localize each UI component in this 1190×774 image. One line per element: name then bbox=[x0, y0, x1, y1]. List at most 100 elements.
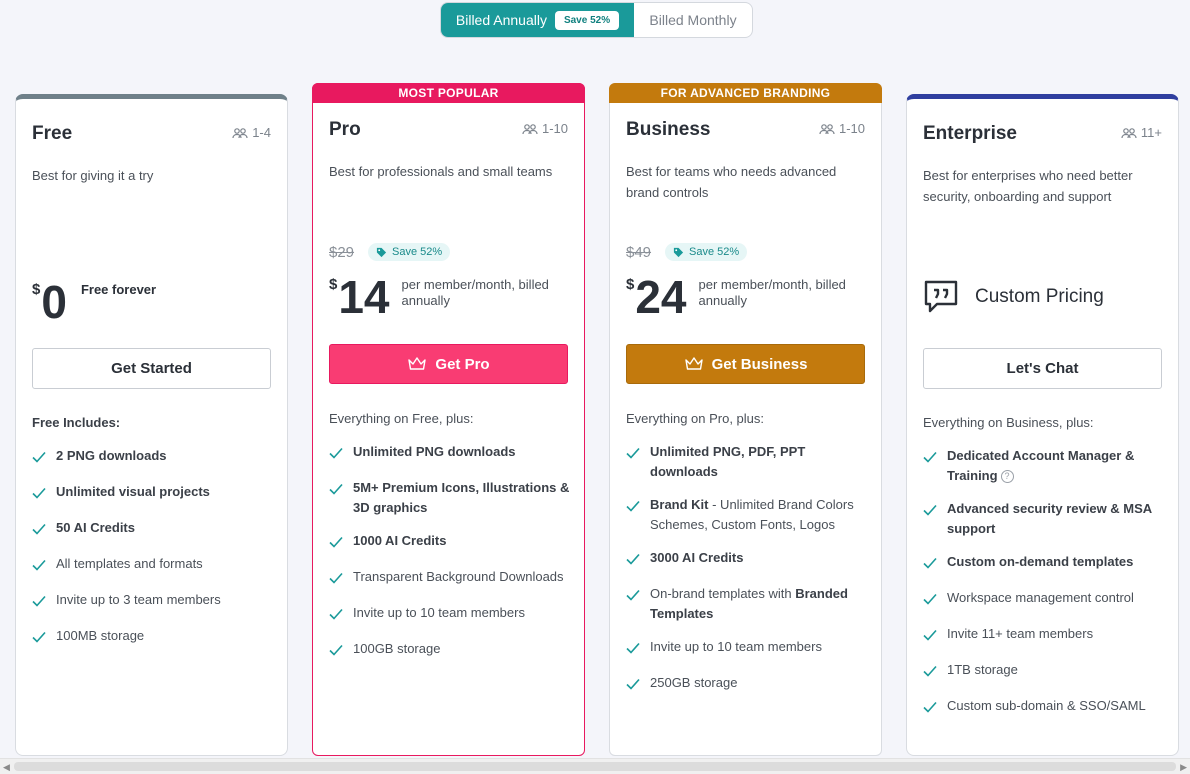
check-icon bbox=[329, 534, 343, 554]
check-icon bbox=[923, 663, 937, 683]
feature-item: Transparent Background Downloads bbox=[329, 567, 572, 590]
check-icon bbox=[329, 445, 343, 465]
horizontal-scrollbar[interactable]: ◀ ▶ bbox=[0, 758, 1190, 774]
feature-item: 2 PNG downloads bbox=[32, 446, 275, 469]
get-pro-button[interactable]: Get Pro bbox=[329, 344, 568, 384]
feature-item: Unlimited visual projects bbox=[32, 482, 275, 505]
feature-text: Unlimited visual projects bbox=[56, 484, 210, 499]
feature-item: Unlimited PNG downloads bbox=[329, 442, 572, 465]
feature-text: 50 AI Credits bbox=[56, 520, 135, 535]
crown-icon bbox=[408, 357, 427, 370]
check-icon bbox=[32, 629, 46, 649]
includes-heading: Everything on Free, plus: bbox=[329, 411, 474, 426]
team-size: 11+ bbox=[1121, 125, 1162, 140]
feature-text: Invite up to 10 team members bbox=[650, 639, 822, 654]
lets-chat-button[interactable]: Let's Chat bbox=[923, 348, 1162, 389]
currency-symbol: $ bbox=[329, 276, 338, 293]
price: $ 14 per member/month, billed annually bbox=[329, 274, 572, 320]
feature-text: Workspace management control bbox=[947, 590, 1134, 605]
get-started-button[interactable]: Get Started bbox=[32, 348, 271, 389]
team-icon bbox=[232, 127, 248, 138]
feature-text: 2 PNG downloads bbox=[56, 448, 167, 463]
check-icon bbox=[32, 557, 46, 577]
feature-text-main: Dedicated Account Manager & Training bbox=[947, 448, 1135, 483]
currency-symbol: $ bbox=[626, 276, 635, 293]
plan-card-enterprise: Enterprise 11+ Best for enterprises who … bbox=[906, 94, 1179, 756]
feature-item: 100MB storage bbox=[32, 626, 275, 649]
check-icon bbox=[32, 485, 46, 505]
feature-list: Unlimited PNG downloads 5M+ Premium Icon… bbox=[329, 442, 572, 675]
feature-text: All templates and formats bbox=[56, 556, 203, 571]
feature-text: On-brand templates with Branded Template… bbox=[650, 584, 869, 624]
check-icon bbox=[626, 640, 640, 660]
includes-heading: Free Includes: bbox=[32, 415, 121, 430]
help-icon[interactable]: ? bbox=[1000, 470, 1014, 484]
tag-icon bbox=[376, 247, 387, 257]
save-chip-label: Save 52% bbox=[689, 246, 740, 258]
feature-text: 250GB storage bbox=[650, 675, 738, 690]
plan-card-pro: MOST POPULAR Pro 1-10 Best for professio… bbox=[312, 83, 585, 756]
old-price: $29 bbox=[329, 243, 355, 261]
feature-item: Workspace management control bbox=[923, 588, 1166, 611]
custom-pricing: Custom Pricing bbox=[923, 279, 1104, 315]
feature-text: Custom sub-domain & SSO/SAML bbox=[947, 698, 1146, 713]
plan-description: Best for professionals and small teams bbox=[329, 164, 553, 179]
feature-text: Brand Kit - Unlimited Brand Colors Schem… bbox=[650, 495, 869, 535]
old-price: $49 bbox=[626, 243, 652, 261]
get-business-label: Get Business bbox=[711, 355, 808, 373]
billed-annually-option[interactable]: Billed Annually Save 52% bbox=[441, 3, 634, 37]
check-icon bbox=[923, 699, 937, 719]
feature-item: 1TB storage bbox=[923, 660, 1166, 683]
feature-item: Invite up to 10 team members bbox=[626, 637, 869, 660]
plan-title: Enterprise bbox=[923, 123, 1017, 144]
price-amount: 0 bbox=[41, 276, 67, 328]
feature-text: Invite up to 3 team members bbox=[56, 592, 221, 607]
discount-row: $49 Save 52% bbox=[626, 243, 748, 261]
check-icon bbox=[923, 627, 937, 647]
feature-item: 100GB storage bbox=[329, 639, 572, 662]
get-business-button[interactable]: Get Business bbox=[626, 344, 865, 384]
get-pro-label: Get Pro bbox=[435, 355, 490, 373]
check-icon bbox=[626, 551, 640, 571]
team-size-label: 1-4 bbox=[252, 125, 271, 140]
chat-quote-icon bbox=[924, 280, 958, 313]
feature-item: Invite up to 10 team members bbox=[329, 603, 572, 626]
check-icon bbox=[329, 642, 343, 662]
feature-item: Custom sub-domain & SSO/SAML bbox=[923, 696, 1166, 719]
scroll-right-arrow-icon[interactable]: ▶ bbox=[1180, 762, 1187, 773]
includes-heading: Everything on Business, plus: bbox=[923, 415, 1094, 430]
feature-list: 2 PNG downloads Unlimited visual project… bbox=[32, 446, 275, 662]
check-icon bbox=[329, 606, 343, 626]
feature-item: Invite up to 3 team members bbox=[32, 590, 275, 613]
price-period: per member/month, billed annually bbox=[401, 277, 549, 308]
plan-title: Pro bbox=[329, 119, 361, 140]
feature-text: 1000 AI Credits bbox=[353, 533, 447, 548]
billed-monthly-option[interactable]: Billed Monthly bbox=[634, 3, 752, 37]
feature-text: Invite 11+ team members bbox=[947, 626, 1094, 641]
team-icon bbox=[819, 123, 835, 134]
plan-title: Free bbox=[32, 123, 73, 144]
check-icon bbox=[329, 570, 343, 590]
plan-description: Best for giving it a try bbox=[32, 168, 154, 183]
feature-text: 3000 AI Credits bbox=[650, 550, 744, 565]
price-amount: 24 bbox=[635, 271, 687, 323]
feature-item: 3000 AI Credits bbox=[626, 548, 869, 571]
check-icon bbox=[626, 676, 640, 696]
feature-text-rest: On-brand templates with bbox=[650, 586, 796, 601]
most-popular-ribbon: MOST POPULAR bbox=[312, 83, 585, 103]
feature-text: 5M+ Premium Icons, Illustrations & 3D gr… bbox=[353, 480, 570, 515]
feature-text-bold: Brand Kit bbox=[650, 497, 709, 512]
check-icon bbox=[626, 498, 640, 535]
feature-text: Custom on-demand templates bbox=[947, 554, 1134, 569]
feature-text: Unlimited PNG, PDF, PPT downloads bbox=[650, 444, 806, 479]
team-icon bbox=[1121, 127, 1137, 138]
scrollbar-thumb[interactable] bbox=[14, 762, 1176, 771]
team-size-label: 11+ bbox=[1140, 125, 1162, 140]
team-size: 1-10 bbox=[522, 121, 568, 136]
check-icon bbox=[923, 449, 937, 486]
team-size: 1-4 bbox=[232, 125, 271, 140]
scroll-left-arrow-icon[interactable]: ◀ bbox=[3, 762, 10, 773]
check-icon bbox=[923, 555, 937, 575]
feature-item: 50 AI Credits bbox=[32, 518, 275, 541]
check-icon bbox=[329, 481, 343, 518]
